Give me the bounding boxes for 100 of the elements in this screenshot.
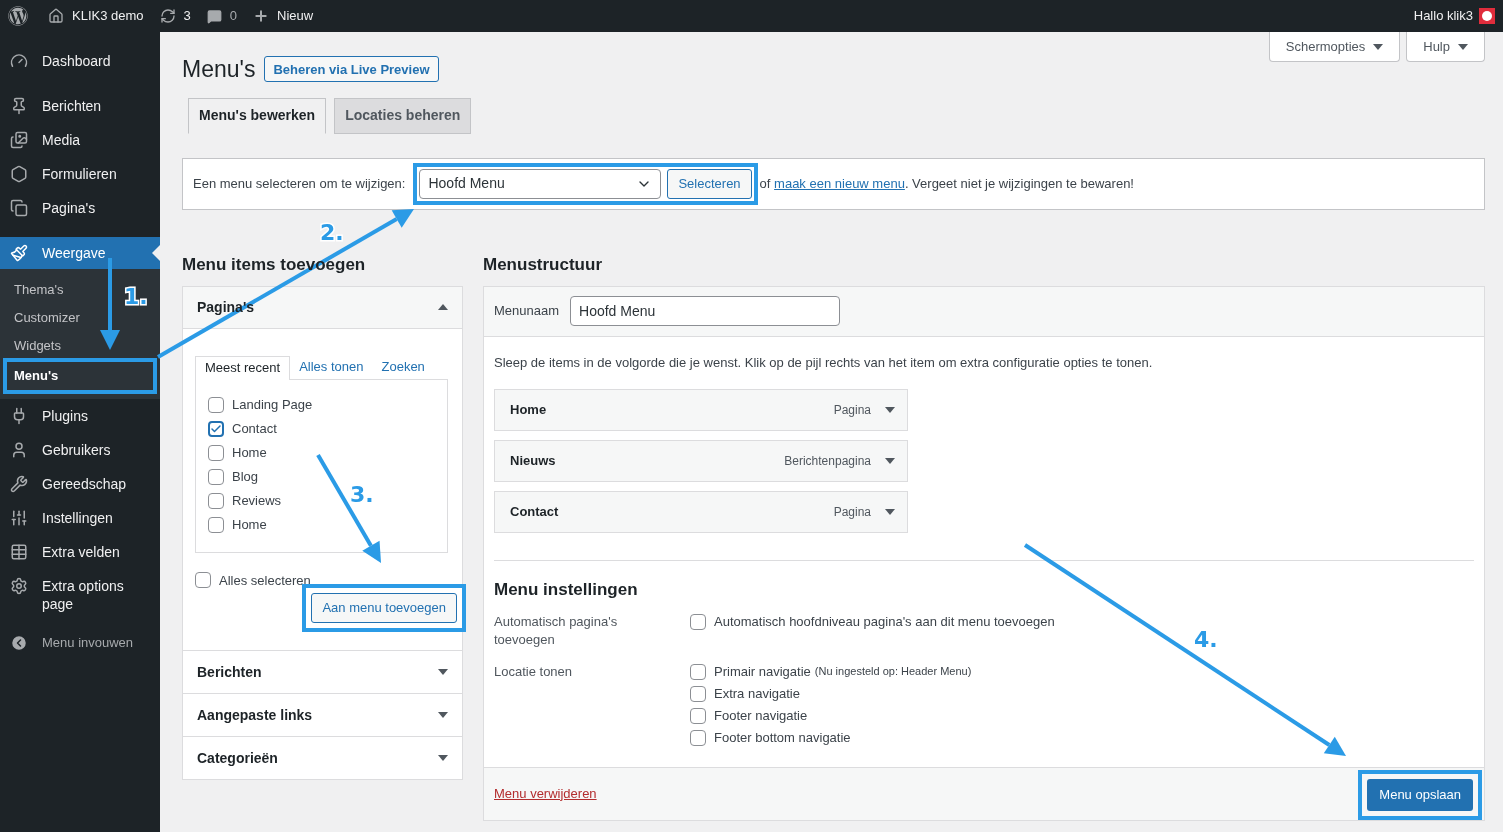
expand-arrow-icon[interactable] bbox=[885, 509, 895, 515]
checkbox-label: Alles selecteren bbox=[219, 571, 311, 590]
user-icon bbox=[10, 441, 28, 459]
sidebar-item[interactable]: Instellingen bbox=[0, 501, 160, 535]
sidebar-item[interactable]: Gereedschap bbox=[0, 467, 160, 501]
delete-menu-link[interactable]: Menu verwijderen bbox=[494, 783, 597, 804]
menu-item-title: Nieuws bbox=[510, 452, 557, 471]
sidebar-item[interactable]: Plugins bbox=[0, 399, 160, 433]
images-icon bbox=[10, 131, 28, 149]
collapse-menu-button[interactable]: Menu invouwen bbox=[0, 625, 160, 661]
checkbox[interactable] bbox=[690, 707, 706, 724]
menu-item-title: Contact bbox=[510, 503, 560, 522]
checkbox-label: Extra navigatie bbox=[714, 684, 800, 703]
menu-item-type: Pagina bbox=[833, 402, 871, 419]
sidebar-item[interactable]: Weergave bbox=[0, 237, 160, 269]
checkbox[interactable] bbox=[208, 492, 224, 509]
select-button[interactable]: Selecteren bbox=[667, 168, 752, 199]
submenu-item[interactable]: Menu's bbox=[7, 362, 66, 390]
checkbox-label: Footer bottom navigatie bbox=[714, 728, 851, 747]
menu-name-field[interactable]: Hoofd Menu bbox=[570, 296, 841, 326]
section-heading: Menustructuur bbox=[483, 254, 603, 277]
pages-icon bbox=[10, 199, 28, 217]
menu-item-bar[interactable]: Home Pagina bbox=[494, 389, 908, 431]
add-to-menu-button[interactable]: Aan menu toevoegen bbox=[311, 593, 457, 623]
expand-arrow-icon[interactable] bbox=[885, 407, 895, 413]
checkbox-label: Contact bbox=[232, 419, 277, 438]
tab[interactable]: Zoeken bbox=[372, 354, 434, 379]
tab[interactable]: Menu's bewerken bbox=[188, 97, 327, 134]
comments-link[interactable]: 0 bbox=[206, 6, 237, 26]
paintbrush-icon bbox=[10, 244, 28, 262]
checkbox[interactable] bbox=[208, 468, 224, 485]
comment-icon bbox=[206, 8, 222, 24]
sidebar-item[interactable]: Formulieren bbox=[0, 157, 160, 191]
select-label: Een menu selecteren om te wijzigen: bbox=[193, 174, 406, 193]
checkbox-label: Landing Page bbox=[232, 395, 313, 414]
settings-heading: Menu instellingen bbox=[494, 579, 639, 601]
submenu-item[interactable]: Customizer bbox=[14, 304, 80, 332]
menu-item-type: Pagina bbox=[833, 504, 871, 521]
menu-item-type: Berichtenpagina bbox=[784, 453, 871, 470]
sidebar-item[interactable]: Extra velden bbox=[0, 535, 160, 569]
checkbox[interactable] bbox=[208, 444, 224, 461]
new-menu-link[interactable]: maak een nieuw menu bbox=[774, 175, 905, 191]
checkbox-label: Reviews bbox=[232, 491, 282, 510]
new-link[interactable]: Nieuw bbox=[253, 6, 314, 26]
setting-label: Automatisch pagina's toevoegen bbox=[494, 612, 619, 649]
wordpress-logo bbox=[8, 6, 28, 26]
save-menu-button[interactable]: Menu opslaan bbox=[1367, 778, 1473, 811]
location-note: (Nu ingesteld op: Header Menu) bbox=[814, 664, 972, 680]
step-number: 2. bbox=[320, 220, 344, 245]
screen-meta-toggle[interactable]: Hulp bbox=[1406, 32, 1485, 62]
collapse-icon bbox=[10, 633, 28, 652]
sidebar-item[interactable]: Berichten bbox=[0, 89, 160, 123]
tab[interactable]: Alles tonen bbox=[290, 354, 373, 379]
collapse-arrow-icon[interactable] bbox=[438, 304, 448, 310]
expand-arrow-icon[interactable] bbox=[438, 669, 448, 675]
expand-arrow-icon[interactable] bbox=[438, 712, 448, 718]
sidebar-item[interactable]: Extra options page bbox=[0, 569, 160, 621]
screen-meta-toggle[interactable]: Schermopties bbox=[1268, 32, 1401, 62]
checkbox[interactable] bbox=[208, 420, 224, 437]
page-title: Menu's bbox=[182, 55, 256, 84]
wrench-icon bbox=[10, 475, 28, 493]
site-link[interactable]: KLIK3 demo bbox=[48, 6, 144, 26]
checkbox-label: Blog bbox=[232, 467, 259, 486]
menu-select[interactable]: Hoofd Menu bbox=[419, 168, 662, 199]
tab[interactable]: Locaties beheren bbox=[334, 97, 472, 134]
expand-arrow-icon[interactable] bbox=[885, 458, 895, 464]
sidebar-item[interactable]: Media bbox=[0, 123, 160, 157]
field-label: Menunaam bbox=[494, 302, 560, 321]
plus-icon bbox=[253, 8, 269, 24]
expand-arrow-icon[interactable] bbox=[1373, 43, 1384, 50]
menu-item-bar[interactable]: Contact Pagina bbox=[494, 491, 908, 533]
checkbox[interactable] bbox=[690, 663, 706, 680]
updates-link[interactable]: 3 bbox=[159, 6, 191, 26]
step-number: 4. bbox=[1194, 627, 1218, 652]
checkbox[interactable] bbox=[195, 572, 211, 589]
current-pointer-icon bbox=[152, 245, 160, 261]
checkbox[interactable] bbox=[690, 685, 706, 702]
sidebar-item[interactable]: Gebruikers bbox=[0, 433, 160, 467]
live-preview-button[interactable]: Beheren via Live Preview bbox=[264, 56, 439, 83]
sidebar-item[interactable]: Dashboard bbox=[0, 44, 160, 78]
expand-arrow-icon[interactable] bbox=[438, 755, 448, 761]
setting-label: Locatie tonen bbox=[494, 662, 574, 681]
submenu-item[interactable]: Thema's bbox=[14, 276, 64, 304]
checkbox[interactable] bbox=[208, 516, 224, 533]
expand-arrow-icon[interactable] bbox=[1458, 43, 1468, 50]
step-number: 1. bbox=[124, 284, 148, 309]
submenu-item[interactable]: Widgets bbox=[14, 332, 61, 360]
refresh-icon bbox=[159, 8, 176, 24]
sidebar-item[interactable]: Pagina's bbox=[0, 191, 160, 225]
settings-icon bbox=[10, 577, 28, 595]
checkbox[interactable] bbox=[690, 729, 706, 746]
checkbox[interactable] bbox=[208, 396, 224, 413]
checkbox[interactable] bbox=[690, 613, 706, 630]
checkbox-label: Automatisch hoofdniveau pagina's aan dit menu toevoegen bbox=[714, 612, 1055, 631]
hexagon-icon bbox=[10, 165, 28, 183]
tab[interactable]: Meest recent bbox=[195, 355, 291, 380]
accordion-title: Categorieën bbox=[197, 748, 278, 768]
step-number: 3. bbox=[350, 482, 374, 507]
menu-item-bar[interactable]: Nieuws Berichtenpagina bbox=[494, 440, 908, 482]
greeting-link[interactable]: Hallo klik3 bbox=[1413, 6, 1495, 26]
